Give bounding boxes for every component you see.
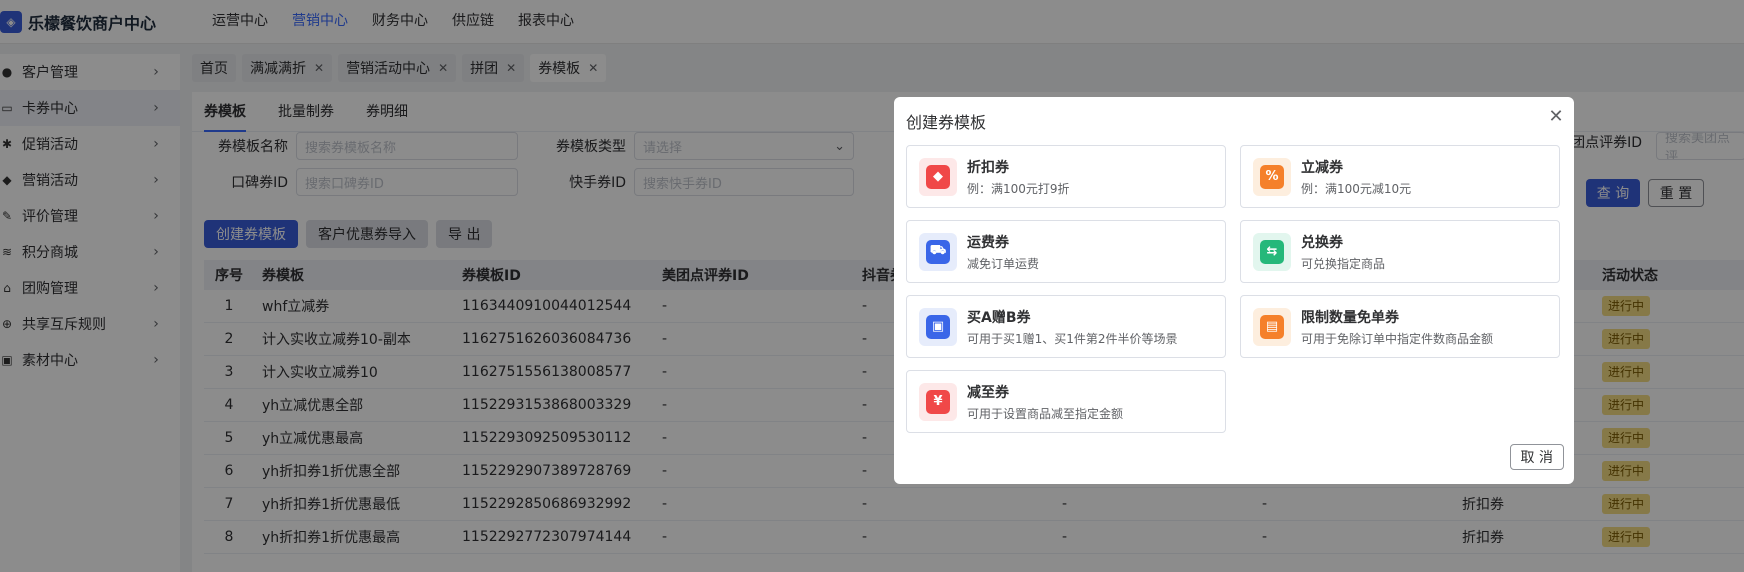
create-template-modal: 创建券模板 ✕ ◆ 折扣券 例：满100元打9折% 立减券 例：满100元减10元 ⛟ 运费… — [894, 97, 1574, 484]
card-desc: 可用于免除订单中指定件数商品金额 — [1301, 331, 1494, 346]
card-text: 立减券例：满100元减10元 — [1301, 157, 1411, 197]
card-text: 买A赠B券可用于买1赠1、买1件第2件半价等场景 — [967, 307, 1178, 347]
card-desc: 可用于买1赠1、买1件第2件半价等场景 — [967, 331, 1178, 346]
card-title: 限制数量免单券 — [1301, 309, 1399, 326]
card-desc: 例：满100元打9折 — [967, 181, 1070, 196]
ticket-icon: ▤ — [1253, 307, 1291, 346]
card-glyph: ⛟ — [926, 239, 950, 264]
percent-icon: % — [1253, 157, 1291, 196]
card-title: 买A赠B券 — [967, 309, 1031, 326]
card-desc: 减免订单运费 — [967, 256, 1040, 271]
card-text: 兑换券可兑换指定商品 — [1301, 232, 1385, 272]
card-text: 减至券可用于设置商品减至指定金额 — [967, 382, 1123, 422]
cancel-button[interactable]: 取 消 — [1509, 444, 1564, 470]
coupon-type-card[interactable]: ⛟ 运费券减免订单运费 — [906, 220, 1226, 283]
coupon-type-card[interactable]: ◆ 折扣券例：满100元打9折 — [906, 145, 1226, 208]
cart-icon: ⛟ — [919, 232, 957, 271]
card-glyph: ▤ — [1260, 314, 1284, 339]
card-title: 减至券 — [967, 384, 1009, 401]
card-title: 折扣券 — [967, 159, 1009, 176]
card-title: 兑换券 — [1301, 234, 1343, 251]
card-desc: 可兑换指定商品 — [1301, 256, 1386, 271]
coupon-type-card[interactable]: ▣ 买A赠B券可用于买1赠1、买1件第2件半价等场景 — [906, 295, 1226, 358]
card-text: 限制数量免单券可用于免除订单中指定件数商品金额 — [1301, 307, 1493, 347]
card-glyph: ¥ — [926, 389, 950, 414]
coupon-type-card[interactable]: ▤ 限制数量免单券可用于免除订单中指定件数商品金额 — [1240, 295, 1560, 358]
yen-ticket-icon: ¥ — [919, 382, 957, 421]
card-glyph: % — [1260, 164, 1284, 189]
discount-tag-icon: ◆ — [919, 157, 957, 196]
card-text: 折扣券例：满100元打9折 — [967, 157, 1070, 197]
card-text: 运费券 减免订单运费 — [967, 232, 1039, 272]
card-glyph: ◆ — [926, 164, 950, 189]
card-title: 运费券 — [967, 234, 1009, 251]
close-icon[interactable]: ✕ — [1546, 107, 1566, 127]
card-desc: 例：满100元减10元 — [1301, 181, 1412, 196]
exchange-icon: ⇆ — [1253, 232, 1291, 271]
shopping-bag-icon: ▣ — [919, 307, 957, 346]
coupon-type-card[interactable]: % 立减券例：满100元减10元 — [1240, 145, 1560, 208]
card-glyph: ▣ — [926, 314, 950, 339]
coupon-type-card[interactable]: ¥ 减至券可用于设置商品减至指定金额 — [906, 370, 1226, 433]
card-title: 立减券 — [1301, 159, 1343, 176]
modal-title: 创建券模板 — [906, 113, 987, 132]
card-glyph: ⇆ — [1260, 239, 1284, 264]
card-desc: 可用于设置商品减至指定金额 — [967, 406, 1124, 421]
coupon-type-card[interactable]: ⇆ 兑换券可兑换指定商品 — [1240, 220, 1560, 283]
